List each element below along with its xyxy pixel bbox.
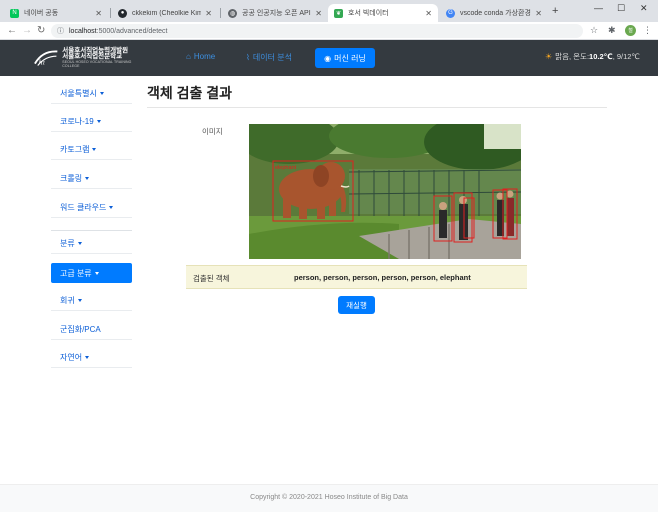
nav-data-analysis-label: 데이터 분석 (252, 53, 292, 62)
caret-down-icon (77, 299, 82, 302)
browser-tab-hoseo[interactable]: ❦ 호서 빅데이터 ✕ (328, 4, 438, 22)
tab-label: 네이버 공동 (24, 10, 59, 17)
caret-down-icon (94, 271, 99, 275)
sidebar-item-label: 군집화/PCA (60, 325, 101, 334)
sidebar-item-label: 코로나-19 (60, 117, 94, 126)
copyright-text: Copyright © 2020-2021 Hoseo Institute of… (250, 494, 408, 501)
sidebar-item-nlp[interactable]: 자연어 (51, 348, 132, 368)
sidebar-item-cartogram[interactable]: 카토그램 (51, 140, 132, 160)
sidebar-item-label: 회귀 (60, 296, 75, 305)
naver-icon: N (10, 8, 19, 18)
url-field[interactable]: ⓘ localhost:5000/advanced/detect (51, 24, 583, 38)
weather-temp: 10.2℃ (589, 52, 613, 61)
browser-tab-api[interactable]: ◍ 공공 인공지능 오픈 API·DATA ✕ (222, 4, 328, 22)
github-icon: ● (118, 8, 127, 18)
detected-objects-row: 검출된 객체 person, person, person, person, p… (186, 265, 527, 289)
weather-text: 맑음, 온도: (555, 52, 590, 61)
browser-tab-google[interactable]: G vscode conda 가상환경 - Google ✕ (440, 4, 548, 22)
info-icon: ⓘ (57, 28, 64, 35)
forward-icon[interactable]: → (22, 25, 32, 36)
url-path: :5000/advanced/detect (96, 27, 168, 35)
window-close-icon[interactable]: ✕ (640, 3, 648, 14)
address-bar-row: ← → ↻ ⓘ localhost:5000/advanced/detect ☆… (0, 22, 658, 40)
chart-icon: ⌇ (246, 53, 250, 62)
nav-machine-learning[interactable]: ◉ 머신 러닝 (315, 48, 375, 68)
detected-objects-label: 검출된 객체 (193, 274, 230, 283)
sidebar-item-classification[interactable]: 분류 (51, 234, 132, 254)
home-icon: ⌂ (186, 52, 191, 61)
google-icon: G (446, 8, 455, 18)
star-icon[interactable]: ☆ (590, 25, 598, 36)
browser-tab-bar: N 네이버 공동 ✕ ● ckkekim (Cheolkie Kim) ✕ ◍ … (0, 0, 658, 22)
maximize-icon[interactable]: ☐ (617, 3, 625, 14)
site-logo[interactable]: hi 서울호서직업능력개발원 서울호서직업전문학교 SEOUL HOSEO VO… (34, 46, 144, 70)
tab-label: 공공 인공지능 오픈 API·DATA (242, 10, 311, 17)
minimize-icon[interactable]: — (594, 3, 603, 13)
caret-down-icon (77, 242, 82, 245)
close-icon[interactable]: ✕ (535, 9, 542, 18)
menu-kebab-icon[interactable]: ⋮ (643, 25, 652, 36)
back-icon[interactable]: ← (7, 25, 17, 36)
title-divider (147, 107, 607, 108)
elephant-box-label: elephant (275, 165, 297, 171)
nav-home[interactable]: ⌂ Home (186, 52, 215, 61)
sidebar-item-label: 크롤링 (60, 174, 83, 183)
caret-down-icon (96, 120, 101, 123)
tab-separator (220, 8, 221, 18)
nav-data-analysis[interactable]: ⌇ 데이터 분석 (246, 52, 292, 63)
close-icon[interactable]: ✕ (205, 9, 212, 18)
sidebar-item-advanced-classification[interactable]: 고급 분류 (51, 263, 132, 283)
sidebar-item-label: 서울특별시 (60, 89, 97, 98)
tab-label: ckkekim (Cheolkie Kim) (132, 9, 202, 17)
caret-down-icon (85, 177, 90, 180)
caret-down-icon (85, 356, 90, 359)
tab-label: vscode conda 가상환경 - Google (460, 10, 531, 17)
sidebar-item-regression[interactable]: 회귀 (51, 291, 132, 311)
sidebar-item-crawling[interactable]: 크롤링 (51, 169, 132, 189)
sidebar-item-label: 카토그램 (60, 145, 90, 154)
nav-machine-learning-label: 머신 러닝 (334, 53, 366, 63)
nav-home-label: Home (193, 52, 216, 61)
logo-line-3: SEOUL HOSEO VOCATIONAL TRAINING COLLEGE (62, 60, 132, 68)
sidebar-item-clustering-pca[interactable]: 군집화/PCA (51, 320, 132, 340)
tab-separator (110, 8, 111, 18)
weather-range: , 9/12℃ (612, 52, 640, 61)
caret-down-icon (109, 206, 114, 209)
caret-down-icon (92, 148, 97, 151)
close-icon[interactable]: ✕ (425, 9, 432, 18)
detected-objects-value: person, person, person, person, person, … (294, 273, 471, 282)
sun-icon: ☀ (545, 52, 553, 61)
browser-tab-github[interactable]: ● ckkekim (Cheolkie Kim) ✕ (112, 4, 218, 22)
image-label: 이미지 (202, 127, 223, 136)
sidebar-item-label: 분류 (60, 239, 75, 248)
hoseo-logo-icon: hi (34, 50, 58, 67)
url-host: localhost (69, 27, 97, 35)
weather-info: ☀ 맑음, 온도: 10.2℃, 9/12℃ (545, 51, 640, 62)
reload-icon[interactable]: ↻ (37, 25, 45, 36)
brain-icon: ◉ (324, 53, 332, 63)
extensions-icon[interactable]: ✱ (608, 25, 616, 36)
profile-avatar[interactable]: 철 (625, 25, 636, 36)
close-icon[interactable]: ✕ (315, 9, 322, 18)
footer: Copyright © 2020-2021 Hoseo Institute of… (0, 484, 658, 512)
sidebar-item-wordcloud[interactable]: 워드 클라우드 (51, 198, 132, 218)
sidebar-item-label: 워드 클라우드 (60, 203, 107, 212)
close-icon[interactable]: ✕ (95, 9, 102, 18)
tab-label: 호서 빅데이터 (348, 10, 389, 17)
caret-down-icon (99, 92, 104, 95)
detection-result-image: elephant (249, 124, 521, 259)
leaf-icon: ❦ (334, 8, 343, 18)
browser-tab-naver[interactable]: N 네이버 공동 ✕ (4, 4, 108, 22)
sidebar-item-label: 자연어 (60, 353, 83, 362)
sidebar-divider (51, 230, 132, 231)
sidebar-item-covid[interactable]: 코로나-19 (51, 112, 132, 132)
sidebar-item-seoul[interactable]: 서울특별시 (51, 84, 132, 104)
new-tab-button[interactable]: + (552, 5, 558, 17)
rerun-button[interactable]: 재실행 (338, 296, 375, 314)
sidebar-item-label: 고급 분류 (60, 268, 92, 278)
svg-text:hi: hi (39, 59, 45, 67)
page-title: 객체 검출 결과 (147, 85, 233, 101)
globe-icon: ◍ (228, 8, 237, 18)
